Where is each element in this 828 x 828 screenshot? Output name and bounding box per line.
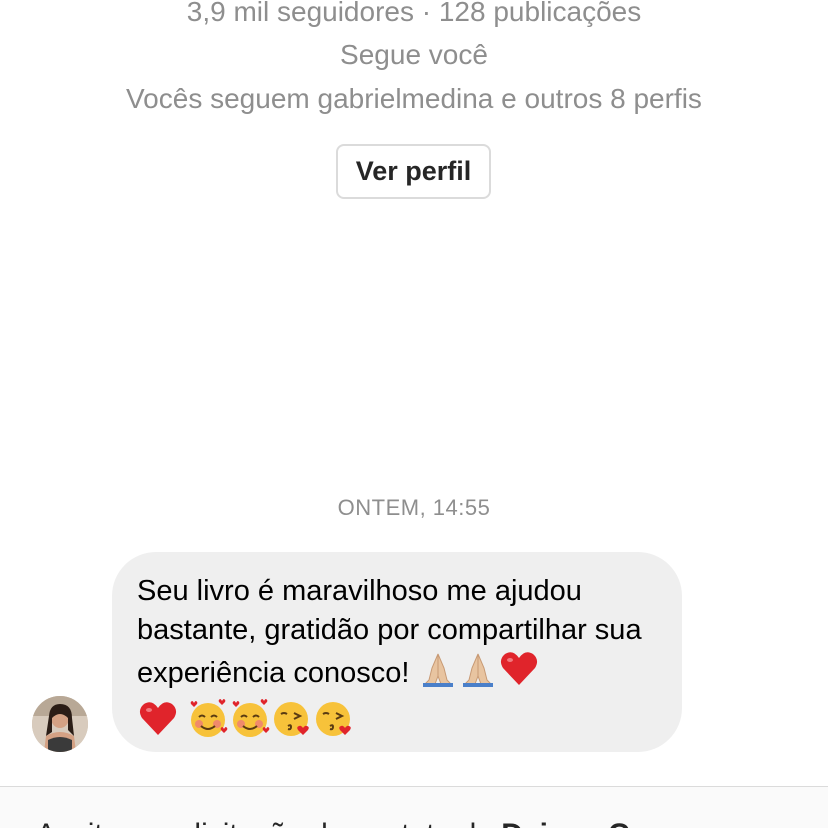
message-bubble[interactable]: Seu livro é maravilhoso me ajudou bastan… (112, 552, 682, 752)
follows-you-label: Segue você (340, 39, 488, 70)
smiling-face-with-hearts-icon (188, 699, 228, 750)
dm-thread-screen: 3,9 mil seguidores · 128 publicações Seg… (0, 0, 828, 828)
red-heart-icon (499, 650, 539, 699)
smiling-face-with-hearts-icon (230, 699, 270, 750)
folded-hands-icon (459, 650, 497, 699)
message-body: Seu livro é maravilhoso me ajudou bastan… (137, 575, 650, 690)
message-row: Seu livro é maravilhoso me ajudou bastan… (0, 552, 828, 754)
red-heart-icon (138, 700, 178, 749)
message-text: Seu livro é maravilhoso me ajudou bastan… (137, 572, 656, 750)
avatar[interactable] (32, 696, 88, 752)
message-timestamp: ONTEM, 14:55 (337, 495, 491, 520)
mutual-followers: Vocês seguem gabrielmedina e outros 8 pe… (126, 83, 702, 114)
view-profile-button[interactable]: Ver perfil (336, 144, 491, 199)
face-blowing-kiss-icon (314, 699, 354, 750)
folded-hands-icon (419, 650, 457, 699)
face-blowing-kiss-icon (272, 699, 312, 750)
requester-name[interactable]: Daiane C. (501, 818, 638, 828)
message-request-bar: Aceitar a solicitação de contato de Daia… (0, 786, 828, 828)
avatar-photo (32, 696, 88, 752)
message-request-prompt: Aceitar a solicitação de contato de (36, 818, 493, 828)
message-request-text: Aceitar a solicitação de contato de Daia… (36, 817, 638, 828)
profile-stats: 3,9 mil seguidores · 128 publicações (186, 0, 642, 27)
